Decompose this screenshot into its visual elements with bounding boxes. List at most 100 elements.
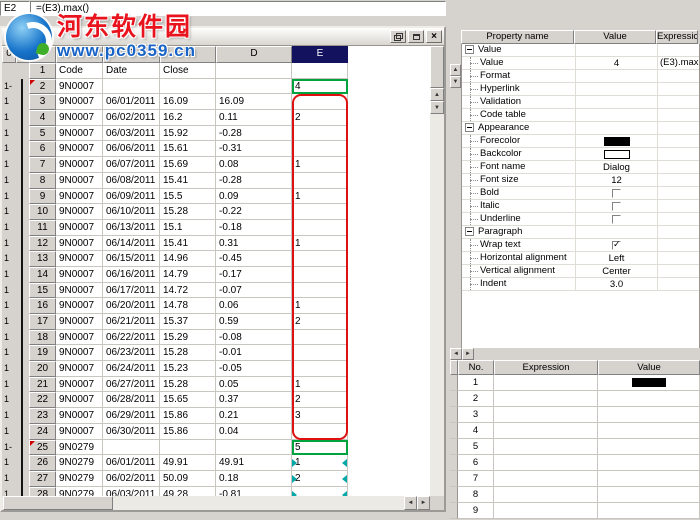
row-header-22[interactable]: 22 bbox=[29, 392, 56, 408]
cell-D6[interactable]: -0.31 bbox=[216, 141, 292, 157]
row-header-17[interactable]: 17 bbox=[29, 314, 56, 330]
cell-D9[interactable]: 0.09 bbox=[216, 189, 292, 205]
cell-B26[interactable]: 06/01/2011 bbox=[103, 455, 160, 471]
cell-D26[interactable]: 49.91 bbox=[216, 455, 292, 471]
column-header-A[interactable]: A bbox=[56, 46, 103, 63]
watch-value[interactable] bbox=[598, 471, 700, 487]
watch-value[interactable] bbox=[598, 391, 700, 407]
watch-row[interactable]: 9 bbox=[450, 503, 700, 519]
cell-D21[interactable]: 0.05 bbox=[216, 377, 292, 393]
cell-B3[interactable]: 06/01/2011 bbox=[103, 94, 160, 110]
watch-expression[interactable] bbox=[494, 455, 598, 471]
select-all-corner[interactable] bbox=[29, 46, 56, 63]
cell-C26[interactable]: 49.91 bbox=[160, 455, 216, 471]
horizontal-scrollbar[interactable] bbox=[2, 496, 430, 510]
cell-D10[interactable]: -0.22 bbox=[216, 204, 292, 220]
cell-B13[interactable]: 06/15/2011 bbox=[103, 251, 160, 267]
cell-C15[interactable]: 14.72 bbox=[160, 283, 216, 299]
cell-D22[interactable]: 0.37 bbox=[216, 392, 292, 408]
cell-E3[interactable] bbox=[292, 94, 348, 110]
property-value[interactable] bbox=[575, 226, 657, 238]
cell-A18[interactable]: 9N0007 bbox=[56, 330, 103, 346]
cell-D19[interactable]: -0.01 bbox=[216, 345, 292, 361]
cell-E5[interactable] bbox=[292, 126, 348, 142]
row-header-8[interactable]: 8 bbox=[29, 173, 56, 189]
row-header-19[interactable]: 19 bbox=[29, 345, 56, 361]
scroll-left-icon[interactable] bbox=[404, 496, 417, 510]
cell-E9[interactable]: 1 bbox=[292, 189, 348, 205]
cell-D12[interactable]: 0.31 bbox=[216, 236, 292, 252]
watch-expression[interactable] bbox=[494, 407, 598, 423]
cell-D3[interactable]: 16.09 bbox=[216, 94, 292, 110]
cell-A21[interactable]: 9N0007 bbox=[56, 377, 103, 393]
cell-A5[interactable]: 9N0007 bbox=[56, 126, 103, 142]
cell-D11[interactable]: -0.18 bbox=[216, 220, 292, 236]
watch-expression[interactable] bbox=[494, 391, 598, 407]
property-value[interactable] bbox=[575, 122, 657, 134]
row-header-14[interactable]: 14 bbox=[29, 267, 56, 283]
horizontal-scrollbar-thumb[interactable] bbox=[3, 496, 113, 510]
row-header-7[interactable]: 7 bbox=[29, 157, 56, 173]
cell-D17[interactable]: 0.59 bbox=[216, 314, 292, 330]
collapse-icon[interactable] bbox=[465, 45, 474, 54]
cell-E25[interactable]: 5 bbox=[292, 440, 348, 456]
column-header-C[interactable]: C bbox=[160, 46, 216, 63]
property-row[interactable]: Code table bbox=[462, 109, 699, 122]
property-value[interactable] bbox=[575, 148, 657, 160]
property-row[interactable]: Horizontal alignmentLeft bbox=[462, 252, 699, 265]
cell-B2[interactable] bbox=[103, 79, 160, 95]
watch-row[interactable]: 8 bbox=[450, 487, 700, 503]
cell-E10[interactable] bbox=[292, 204, 348, 220]
row-header-20[interactable]: 20 bbox=[29, 361, 56, 377]
cell-D1[interactable] bbox=[216, 63, 292, 79]
cell-E2[interactable]: 4 bbox=[292, 79, 348, 95]
panel-scroll-right-icon[interactable] bbox=[462, 348, 474, 360]
watch-expression[interactable] bbox=[494, 423, 598, 439]
property-row[interactable]: Vertical alignmentCenter bbox=[462, 265, 699, 278]
cell-C19[interactable]: 15.28 bbox=[160, 345, 216, 361]
cell-C22[interactable]: 15.65 bbox=[160, 392, 216, 408]
cell-C28[interactable]: 49.28 bbox=[160, 487, 216, 496]
cell-A12[interactable]: 9N0007 bbox=[56, 236, 103, 252]
row-header-6[interactable]: 6 bbox=[29, 141, 56, 157]
property-row[interactable]: Appearance bbox=[462, 122, 699, 135]
watch-value[interactable] bbox=[598, 439, 700, 455]
cell-C20[interactable]: 15.23 bbox=[160, 361, 216, 377]
watch-header-w-expr[interactable]: Expression bbox=[494, 360, 598, 375]
cell-C10[interactable]: 15.28 bbox=[160, 204, 216, 220]
panel-scroll-up-icon[interactable] bbox=[450, 64, 461, 76]
property-row[interactable]: Italic bbox=[462, 200, 699, 213]
watch-value[interactable] bbox=[598, 487, 700, 503]
cell-A22[interactable]: 9N0007 bbox=[56, 392, 103, 408]
cell-E27[interactable]: 2 bbox=[292, 471, 348, 487]
row-header-15[interactable]: 15 bbox=[29, 283, 56, 299]
cell-A26[interactable]: 9N0279 bbox=[56, 455, 103, 471]
cell-B19[interactable]: 06/23/2011 bbox=[103, 345, 160, 361]
row-header-21[interactable]: 21 bbox=[29, 377, 56, 393]
cell-C13[interactable]: 14.96 bbox=[160, 251, 216, 267]
cell-A9[interactable]: 9N0007 bbox=[56, 189, 103, 205]
watch-row[interactable]: 7 bbox=[450, 471, 700, 487]
cell-B7[interactable]: 06/07/2011 bbox=[103, 157, 160, 173]
cell-C14[interactable]: 14.79 bbox=[160, 267, 216, 283]
maximize-window-button[interactable] bbox=[408, 30, 424, 43]
watch-expression[interactable] bbox=[494, 375, 598, 391]
cell-E13[interactable] bbox=[292, 251, 348, 267]
checkbox[interactable] bbox=[612, 202, 621, 211]
cell-D13[interactable]: -0.45 bbox=[216, 251, 292, 267]
cell-E23[interactable]: 3 bbox=[292, 408, 348, 424]
cell-E18[interactable] bbox=[292, 330, 348, 346]
collapse-icon[interactable] bbox=[465, 123, 474, 132]
property-value[interactable]: Dialog bbox=[575, 161, 657, 173]
property-value[interactable] bbox=[575, 44, 657, 56]
cell-A1[interactable]: Code bbox=[56, 63, 103, 79]
cell-B17[interactable]: 06/21/2011 bbox=[103, 314, 160, 330]
watch-value[interactable] bbox=[598, 375, 700, 391]
watch-expression[interactable] bbox=[494, 471, 598, 487]
property-row[interactable]: Value bbox=[462, 44, 699, 57]
property-grid-header-name[interactable]: Property name bbox=[461, 30, 574, 44]
checkbox[interactable] bbox=[612, 241, 621, 250]
cell-A15[interactable]: 9N0007 bbox=[56, 283, 103, 299]
row-header-16[interactable]: 16 bbox=[29, 298, 56, 314]
scroll-up-icon[interactable] bbox=[430, 88, 444, 101]
